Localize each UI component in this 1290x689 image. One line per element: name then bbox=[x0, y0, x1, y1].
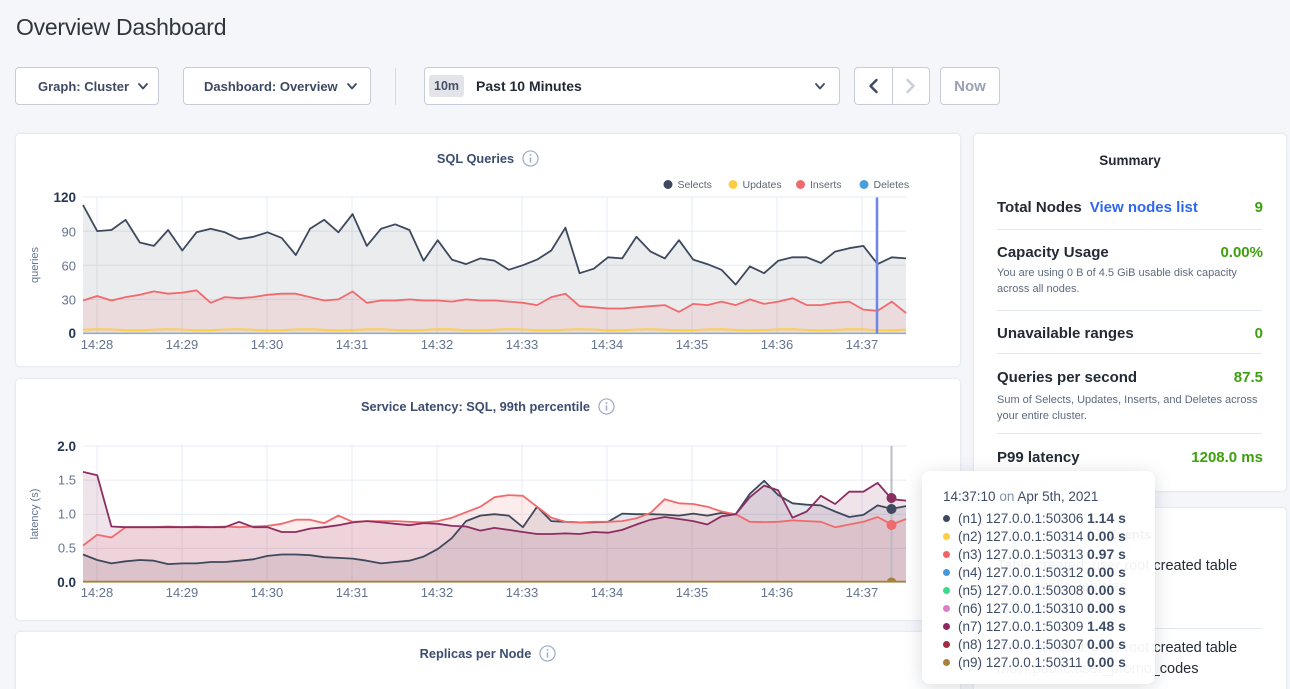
svg-text:14:33: 14:33 bbox=[506, 337, 539, 352]
svg-text:60: 60 bbox=[62, 259, 76, 274]
svg-text:1.0: 1.0 bbox=[58, 507, 76, 522]
svg-text:14:28: 14:28 bbox=[81, 585, 114, 600]
svg-text:latency (s): latency (s) bbox=[29, 489, 41, 540]
svg-text:120: 120 bbox=[53, 190, 76, 205]
svg-text:14:36: 14:36 bbox=[761, 585, 794, 600]
svg-text:Inserts: Inserts bbox=[810, 179, 842, 191]
svg-text:1.5: 1.5 bbox=[58, 473, 76, 488]
svg-text:90: 90 bbox=[62, 225, 76, 240]
svg-text:14:31: 14:31 bbox=[336, 585, 369, 600]
svg-text:30: 30 bbox=[62, 293, 76, 308]
svg-text:queries: queries bbox=[29, 246, 41, 283]
svg-text:14:28: 14:28 bbox=[81, 337, 114, 352]
svg-text:Deletes: Deletes bbox=[874, 179, 910, 191]
svg-text:14:32: 14:32 bbox=[421, 585, 454, 600]
svg-text:14:34: 14:34 bbox=[591, 337, 624, 352]
svg-text:Selects: Selects bbox=[678, 179, 712, 191]
svg-text:14:32: 14:32 bbox=[421, 337, 454, 352]
svg-text:0: 0 bbox=[68, 326, 76, 341]
svg-text:0.0: 0.0 bbox=[57, 575, 76, 590]
svg-text:14:35: 14:35 bbox=[676, 337, 709, 352]
svg-text:14:34: 14:34 bbox=[591, 585, 624, 600]
svg-text:14:30: 14:30 bbox=[251, 337, 284, 352]
svg-text:14:30: 14:30 bbox=[251, 585, 284, 600]
svg-text:0.5: 0.5 bbox=[58, 541, 76, 556]
svg-text:14:35: 14:35 bbox=[676, 585, 709, 600]
svg-text:14:29: 14:29 bbox=[166, 337, 199, 352]
svg-text:14:31: 14:31 bbox=[336, 337, 369, 352]
svg-text:14:37: 14:37 bbox=[846, 585, 879, 600]
svg-text:2.0: 2.0 bbox=[57, 439, 76, 454]
svg-text:14:29: 14:29 bbox=[166, 585, 199, 600]
svg-text:Updates: Updates bbox=[743, 179, 782, 191]
svg-text:14:37: 14:37 bbox=[846, 337, 879, 352]
svg-text:14:36: 14:36 bbox=[761, 337, 794, 352]
svg-text:14:33: 14:33 bbox=[506, 585, 539, 600]
